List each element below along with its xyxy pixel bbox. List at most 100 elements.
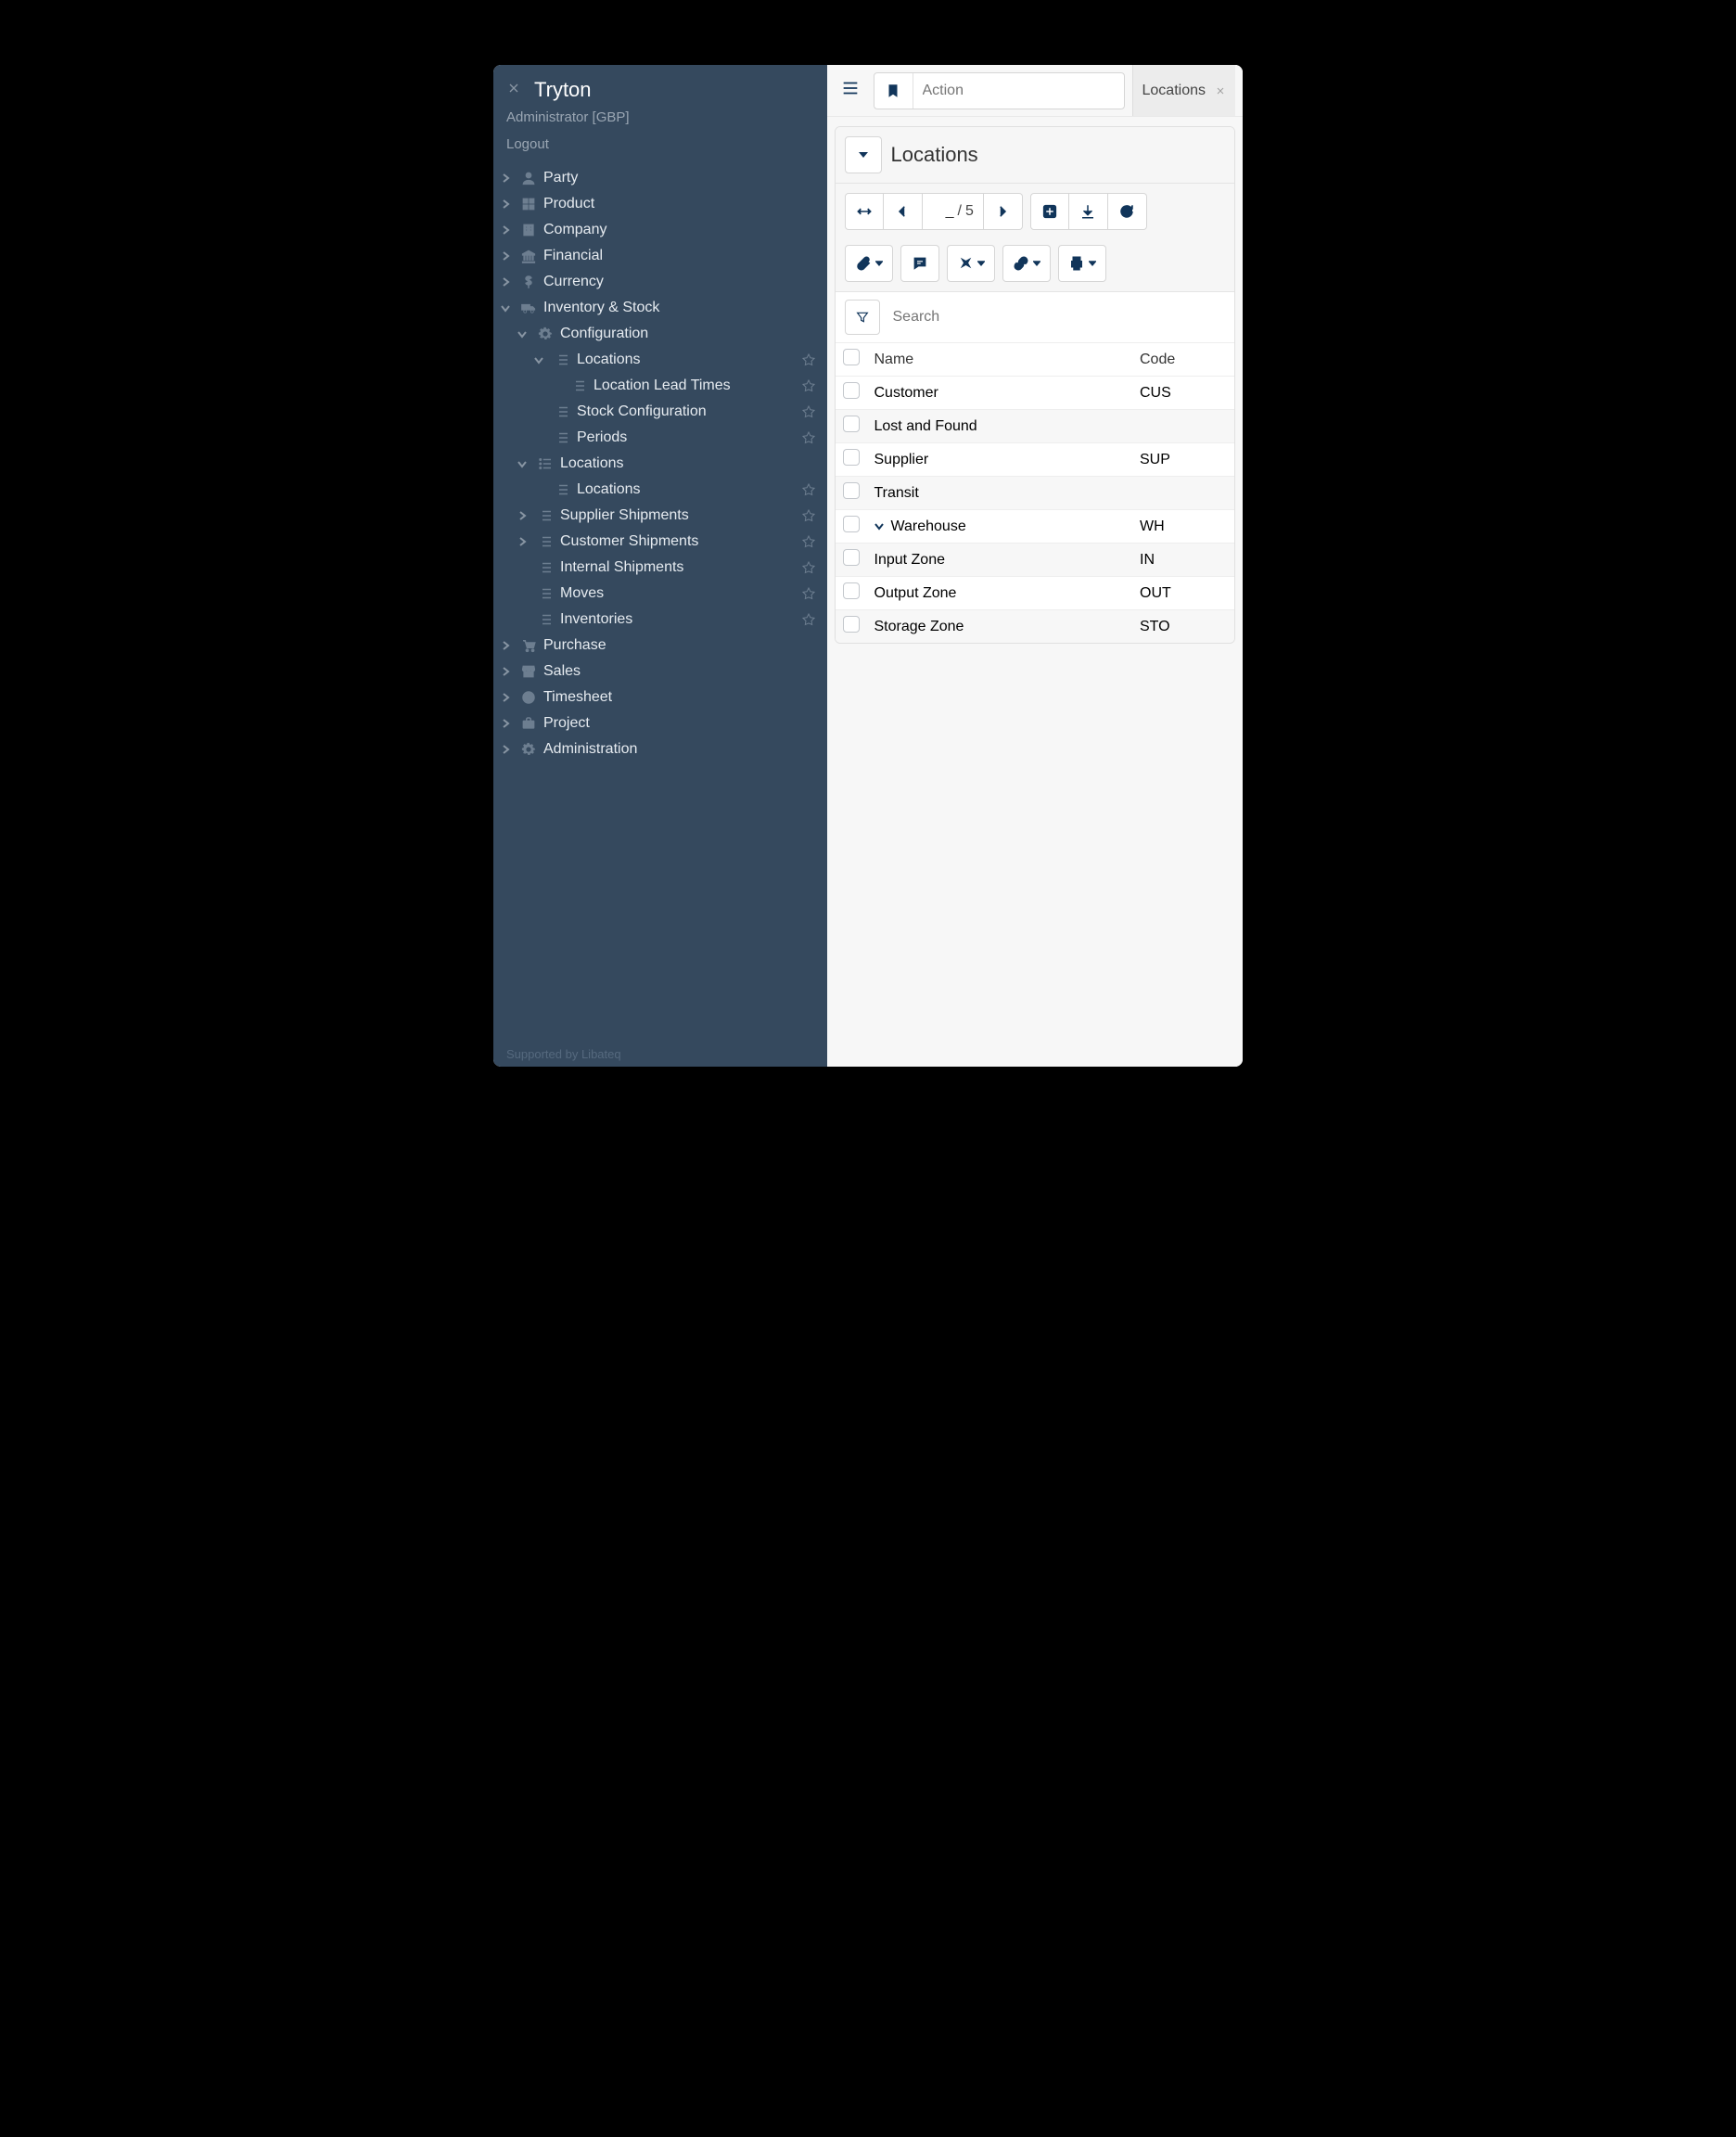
row-checkbox[interactable] <box>843 416 860 432</box>
star-icon[interactable] <box>796 352 822 367</box>
close-icon[interactable] <box>506 81 521 100</box>
nav-item[interactable]: Stock Configuration <box>493 399 827 425</box>
save-button[interactable] <box>1069 193 1108 230</box>
star-icon[interactable] <box>796 430 822 445</box>
chevron-right-icon[interactable] <box>493 251 517 261</box>
nav-item[interactable]: Internal Shipments <box>493 555 827 581</box>
table-row[interactable]: Output ZoneOUT <box>836 577 1235 610</box>
nav-item[interactable]: Party <box>493 165 827 191</box>
row-checkbox[interactable] <box>843 482 860 499</box>
star-icon[interactable] <box>796 560 822 575</box>
truck-icon <box>517 300 540 316</box>
nav-item[interactable]: Supplier Shipments <box>493 503 827 529</box>
star-icon[interactable] <box>796 612 822 627</box>
chevron-down-icon[interactable] <box>527 355 551 365</box>
col-code[interactable]: Code <box>1132 343 1234 377</box>
select-all-checkbox[interactable] <box>843 349 860 365</box>
chevron-right-icon[interactable] <box>493 173 517 183</box>
gear-icon <box>517 741 540 758</box>
tree-toggle-icon[interactable] <box>874 521 887 531</box>
nav-item[interactable]: Financial <box>493 243 827 269</box>
nav-item[interactable]: Inventory & Stock <box>493 295 827 321</box>
cell-code: WH <box>1132 510 1234 544</box>
logout-link[interactable]: Logout <box>493 127 827 160</box>
tab-locations[interactable]: Locations <box>1132 65 1236 116</box>
row-checkbox[interactable] <box>843 449 860 466</box>
star-icon[interactable] <box>796 508 822 523</box>
chevron-right-icon[interactable] <box>493 693 517 702</box>
chevron-right-icon[interactable] <box>510 511 534 520</box>
chevron-right-icon[interactable] <box>493 277 517 287</box>
tab-close-icon[interactable] <box>1215 85 1226 96</box>
chevron-right-icon[interactable] <box>493 745 517 754</box>
star-icon[interactable] <box>796 482 822 497</box>
nav-item[interactable]: Customer Shipments <box>493 529 827 555</box>
star-icon[interactable] <box>796 534 822 549</box>
nav-item[interactable]: Configuration <box>493 321 827 347</box>
nav-item[interactable]: Timesheet <box>493 685 827 710</box>
table-row[interactable]: SupplierSUP <box>836 443 1235 477</box>
chevron-right-icon[interactable] <box>493 641 517 650</box>
nav-item[interactable]: Company <box>493 217 827 243</box>
nav-item[interactable]: Locations <box>493 451 827 477</box>
list-icon <box>534 507 556 524</box>
panel-menu-button[interactable] <box>845 136 882 173</box>
chevron-right-icon[interactable] <box>510 537 534 546</box>
cell-name: Transit <box>867 477 1133 510</box>
print-button[interactable] <box>1058 245 1106 282</box>
switch-view-button[interactable] <box>845 193 884 230</box>
row-checkbox[interactable] <box>843 382 860 399</box>
table-row[interactable]: Storage ZoneSTO <box>836 610 1235 644</box>
chevron-down-icon[interactable] <box>510 329 534 339</box>
table-row[interactable]: CustomerCUS <box>836 377 1235 410</box>
new-button[interactable] <box>1030 193 1069 230</box>
table-row[interactable]: Input ZoneIN <box>836 544 1235 577</box>
next-button[interactable] <box>984 193 1023 230</box>
row-checkbox[interactable] <box>843 582 860 599</box>
reload-button[interactable] <box>1108 193 1147 230</box>
nav-item[interactable]: Locations <box>493 477 827 503</box>
nav-item[interactable]: Currency <box>493 269 827 295</box>
col-name[interactable]: Name <box>867 343 1133 377</box>
nav-item[interactable]: Moves <box>493 581 827 607</box>
notes-button[interactable] <box>900 245 939 282</box>
chevron-right-icon[interactable] <box>493 199 517 209</box>
nav-item[interactable]: Project <box>493 710 827 736</box>
bookmark-icon[interactable] <box>874 73 913 109</box>
star-icon[interactable] <box>796 404 822 419</box>
table-row[interactable]: Transit <box>836 477 1235 510</box>
row-checkbox[interactable] <box>843 549 860 566</box>
table-row[interactable]: Lost and Found <box>836 410 1235 443</box>
nav-item[interactable]: Purchase <box>493 633 827 659</box>
action-box[interactable] <box>874 72 1125 109</box>
chevron-right-icon[interactable] <box>493 719 517 728</box>
nav-item[interactable]: Periods <box>493 425 827 451</box>
nav-item[interactable]: Inventories <box>493 607 827 633</box>
actions-button[interactable] <box>947 245 995 282</box>
app-window: Tryton Administrator [GBP] Logout PartyP… <box>493 65 1243 1067</box>
nav-item[interactable]: Location Lead Times <box>493 373 827 399</box>
prev-button[interactable] <box>884 193 923 230</box>
chevron-down-icon[interactable] <box>493 303 517 313</box>
chevron-right-icon[interactable] <box>493 667 517 676</box>
hamburger-icon[interactable] <box>835 72 866 109</box>
relate-button[interactable] <box>1002 245 1051 282</box>
star-icon[interactable] <box>796 586 822 601</box>
row-checkbox[interactable] <box>843 516 860 532</box>
nav-item[interactable]: Administration <box>493 736 827 762</box>
row-checkbox[interactable] <box>843 616 860 633</box>
briefcase-icon <box>517 715 540 732</box>
search-input[interactable] <box>889 301 1226 333</box>
gear-icon <box>534 326 556 342</box>
nav-item[interactable]: Sales <box>493 659 827 685</box>
chevron-down-icon[interactable] <box>510 459 534 468</box>
action-input[interactable] <box>913 83 1124 99</box>
chevron-right-icon[interactable] <box>493 225 517 235</box>
nav-item[interactable]: Locations <box>493 347 827 373</box>
page-input[interactable] <box>932 203 954 220</box>
nav-item[interactable]: Product <box>493 191 827 217</box>
attach-button[interactable] <box>845 245 893 282</box>
table-row[interactable]: WarehouseWH <box>836 510 1235 544</box>
filter-button[interactable] <box>845 300 880 335</box>
star-icon[interactable] <box>796 378 822 393</box>
